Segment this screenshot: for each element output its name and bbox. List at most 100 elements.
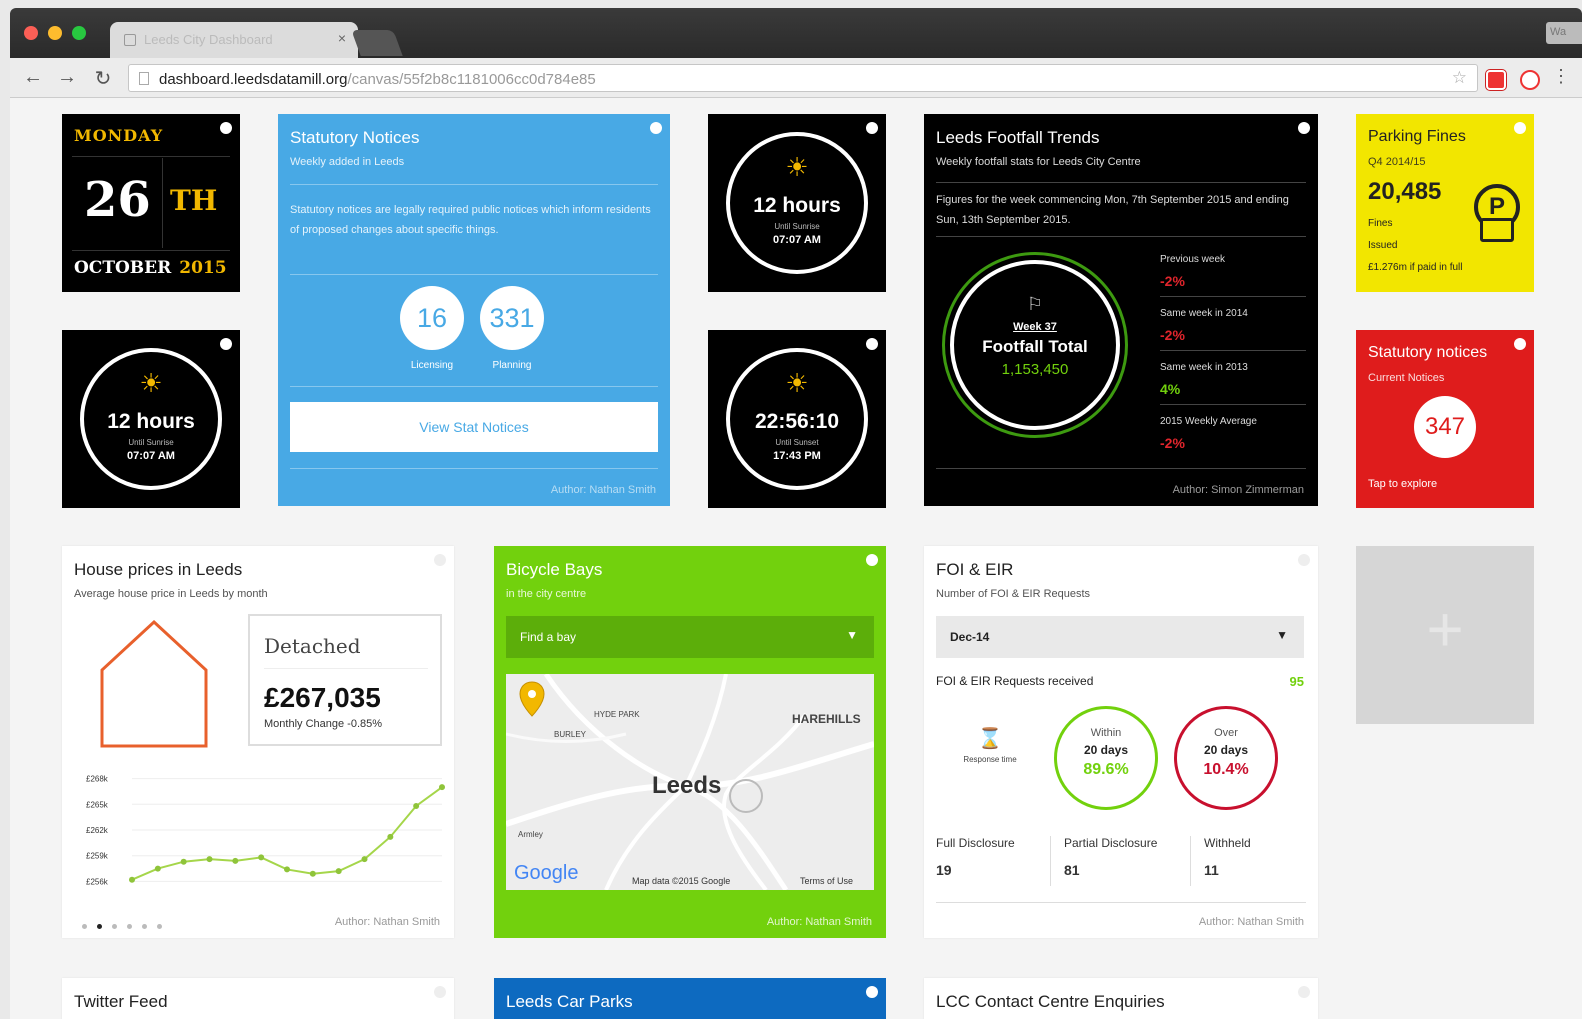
bicycle-bays-map[interactable]: HYDE PARK HAREHILLS BURLEY Armley Leeds … bbox=[506, 674, 874, 890]
browser-tab[interactable]: Leeds City Dashboard × bbox=[110, 22, 358, 58]
profile-button[interactable]: Wa bbox=[1546, 22, 1582, 44]
footfall-stat-2014: Same week in 2014 -2% bbox=[1160, 308, 1248, 343]
pin-icon[interactable] bbox=[866, 554, 878, 566]
price-point[interactable] bbox=[361, 856, 368, 863]
sunrise-label: Until Sunrise bbox=[128, 438, 174, 447]
pin-icon[interactable] bbox=[650, 122, 662, 134]
sunset-tile[interactable]: ☀ 22:56:10 Until Sunset 17:43 PM bbox=[708, 330, 886, 508]
map-label-leeds: Leeds bbox=[652, 772, 722, 799]
parking-fines-tile[interactable]: Parking Fines Q4 2014/15 20,485 Fines Is… bbox=[1356, 114, 1534, 292]
map-label-burley: BURLEY bbox=[554, 730, 587, 739]
maximize-window-button[interactable] bbox=[72, 26, 86, 40]
sunrise-hours: 12 hours bbox=[753, 194, 841, 217]
price-point[interactable] bbox=[206, 856, 213, 863]
tile-subtitle: Number of FOI & EIR Requests bbox=[936, 588, 1091, 600]
add-tile-button[interactable]: + bbox=[1356, 546, 1534, 724]
footfall-ring: ⚐ Week 37 Footfall Total 1,153,450 bbox=[950, 260, 1120, 430]
pin-icon[interactable] bbox=[866, 338, 878, 350]
pin-icon[interactable] bbox=[220, 122, 232, 134]
divider bbox=[1160, 350, 1306, 351]
price-point[interactable] bbox=[335, 868, 342, 875]
car-parks-tile[interactable]: Leeds Car Parks bbox=[494, 978, 886, 1019]
over-20-days-ring: Over 20 days 10.4% bbox=[1174, 706, 1278, 810]
price-point[interactable] bbox=[180, 858, 187, 865]
response-time-label: Response time bbox=[963, 755, 1017, 764]
contact-centre-tile[interactable]: LCC Contact Centre Enquiries bbox=[924, 978, 1318, 1019]
adblock-icon[interactable] bbox=[1520, 70, 1540, 90]
price-point[interactable] bbox=[154, 865, 161, 872]
tab-close-icon[interactable]: × bbox=[338, 30, 346, 46]
price-point[interactable] bbox=[413, 803, 420, 809]
extension-icon[interactable] bbox=[1486, 70, 1506, 90]
map-credits: Map data ©2015 Google bbox=[632, 876, 731, 886]
pager-dot[interactable] bbox=[142, 924, 147, 929]
pin-icon[interactable] bbox=[434, 986, 446, 998]
price-point[interactable] bbox=[129, 876, 135, 883]
pin-icon[interactable] bbox=[1298, 554, 1310, 566]
reload-icon[interactable]: ↻ bbox=[90, 66, 116, 91]
sunrise-tile[interactable]: ☀ 12 hours Until Sunrise 07:07 AM bbox=[62, 330, 240, 508]
tap-to-explore[interactable]: Tap to explore bbox=[1368, 478, 1437, 490]
chart-tick-label: £268k bbox=[86, 775, 109, 784]
pin-icon[interactable] bbox=[866, 122, 878, 134]
statutory-notices-tile[interactable]: Statutory Notices Weekly added in Leeds … bbox=[278, 114, 670, 506]
close-window-button[interactable] bbox=[24, 26, 38, 40]
view-stat-notices-button[interactable]: View Stat Notices bbox=[290, 402, 658, 452]
tile-description: Figures for the week commencing Mon, 7th… bbox=[936, 194, 1289, 226]
dashboard-canvas: MONDAY 26 TH OCTOBER 2015 ☀ 12 hours Unti… bbox=[10, 98, 1582, 1019]
pin-icon[interactable] bbox=[1514, 122, 1526, 134]
price-point[interactable] bbox=[309, 870, 316, 877]
sunrise-tile[interactable]: ☀ 12 hours Until Sunrise 07:07 AM bbox=[708, 114, 886, 292]
map-terms-link[interactable]: Terms of Use bbox=[800, 876, 853, 886]
menu-icon[interactable]: ⋮ bbox=[1548, 66, 1574, 87]
price-point[interactable] bbox=[258, 854, 265, 861]
forward-arrow-icon[interactable]: → bbox=[54, 66, 80, 89]
pin-icon[interactable] bbox=[1514, 338, 1526, 350]
tile-title: Bicycle Bays bbox=[506, 560, 603, 579]
response-time: ⌛ Response time bbox=[960, 726, 1020, 764]
divider bbox=[1050, 836, 1051, 886]
statutory-notices-red-tile[interactable]: Statutory notices Current Notices 347 Ta… bbox=[1356, 330, 1534, 508]
issued-label: Issued bbox=[1368, 240, 1398, 251]
foi-eir-tile[interactable]: FOI & EIR Number of FOI & EIR Requests D… bbox=[924, 546, 1318, 938]
twitter-feed-tile[interactable]: Twitter Feed bbox=[62, 978, 454, 1019]
find-bay-dropdown[interactable]: Find a bay ▼ bbox=[506, 616, 874, 658]
pager-dot[interactable] bbox=[127, 924, 132, 929]
bicycle-bays-tile[interactable]: Bicycle Bays in the city centre Find a b… bbox=[494, 546, 886, 938]
sunrise-ring: ☀ 12 hours Until Sunrise 07:07 AM bbox=[80, 348, 222, 490]
pin-icon[interactable] bbox=[434, 554, 446, 566]
house-prices-tile[interactable]: House prices in Leeds Average house pric… bbox=[62, 546, 454, 938]
date-month-year: OCTOBER 2015 bbox=[74, 258, 227, 278]
tile-title: Statutory Notices bbox=[290, 128, 420, 147]
price-point[interactable] bbox=[387, 833, 394, 840]
tile-author: Author: Simon Zimmerman bbox=[1172, 484, 1304, 496]
footfall-week: Week 37 bbox=[1013, 321, 1057, 333]
footfall-icon: ⚐ bbox=[1026, 294, 1044, 314]
date-tile[interactable]: MONDAY 26 TH OCTOBER 2015 bbox=[62, 114, 240, 292]
bookmark-star-icon[interactable]: ☆ bbox=[1452, 68, 1467, 88]
pin-icon[interactable] bbox=[1298, 986, 1310, 998]
minimize-window-button[interactable] bbox=[48, 26, 62, 40]
over-label: Over bbox=[1214, 727, 1238, 739]
chart-pager[interactable] bbox=[82, 916, 172, 934]
tile-subtitle: Q4 2014/15 bbox=[1368, 156, 1426, 168]
sunrise-icon: ☀ bbox=[139, 368, 163, 398]
footfall-tile[interactable]: Leeds Footfall Trends Weekly footfall st… bbox=[924, 114, 1318, 506]
price-point[interactable] bbox=[439, 784, 445, 791]
house-icon bbox=[100, 619, 208, 748]
back-arrow-icon[interactable]: ← bbox=[20, 66, 46, 89]
pager-dot[interactable] bbox=[82, 924, 87, 929]
pager-dot[interactable] bbox=[112, 924, 117, 929]
new-tab-button[interactable] bbox=[351, 30, 403, 56]
address-bar[interactable]: dashboard.leedsdatamill.org/canvas/55f2b… bbox=[128, 64, 1478, 92]
pin-icon[interactable] bbox=[220, 338, 232, 350]
month-dropdown[interactable]: Dec-14 ▼ bbox=[936, 616, 1304, 658]
pager-dot-active[interactable] bbox=[97, 924, 102, 929]
pager-dot[interactable] bbox=[157, 924, 162, 929]
pin-icon[interactable] bbox=[1298, 122, 1310, 134]
price-point[interactable] bbox=[232, 857, 239, 864]
pin-icon[interactable] bbox=[866, 986, 878, 998]
tab-title: Leeds City Dashboard bbox=[144, 32, 273, 47]
licensing-label: Licensing bbox=[410, 360, 454, 371]
price-point[interactable] bbox=[284, 866, 290, 873]
